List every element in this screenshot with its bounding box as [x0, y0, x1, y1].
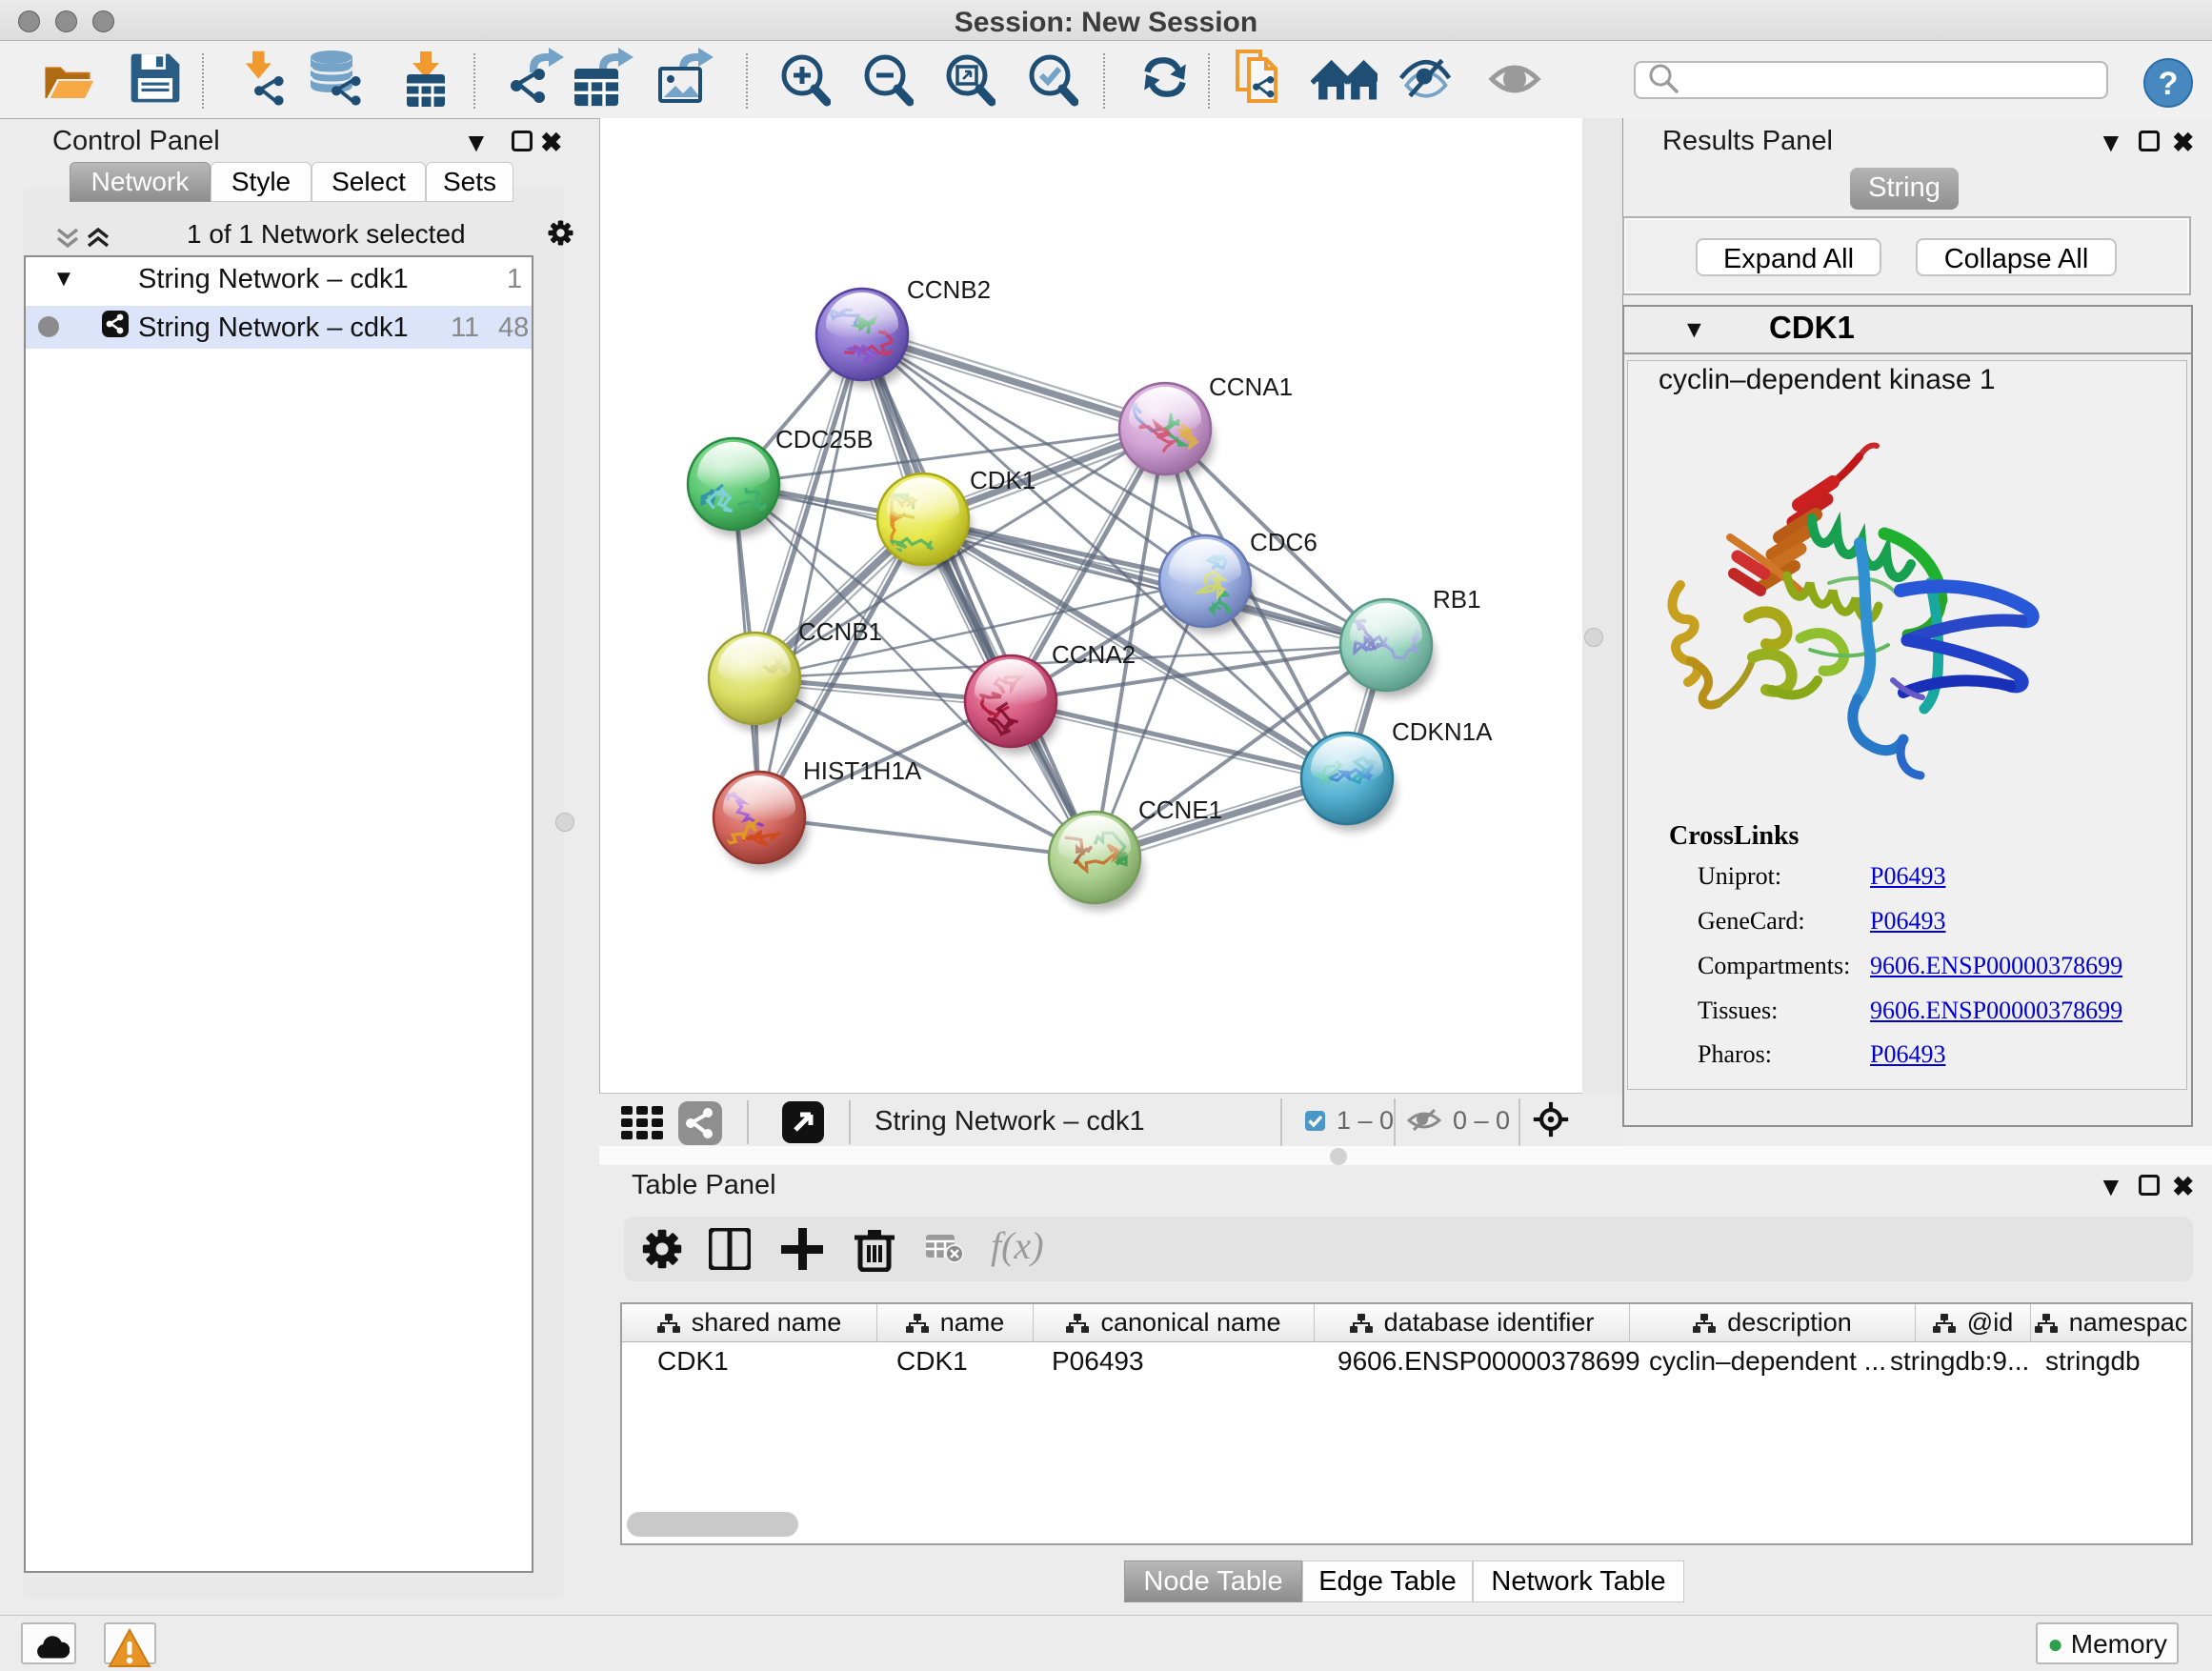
svg-text:CCNA2: CCNA2: [1052, 640, 1136, 669]
svg-text:CCNE1: CCNE1: [1138, 795, 1222, 824]
svg-text:RB1: RB1: [1433, 585, 1481, 614]
svg-text:CDC25B: CDC25B: [775, 425, 874, 453]
svg-text:?: ?: [2159, 66, 2179, 102]
svg-text:CDKN1A: CDKN1A: [1392, 717, 1493, 746]
svg-text:CCNB2: CCNB2: [907, 275, 991, 304]
svg-text:CCNB1: CCNB1: [798, 617, 882, 646]
svg-text:HIST1H1A: HIST1H1A: [803, 756, 922, 785]
svg-text:CDC6: CDC6: [1250, 528, 1317, 556]
svg-text:CDK1: CDK1: [970, 466, 1036, 494]
svg-text:CCNA1: CCNA1: [1209, 372, 1293, 401]
